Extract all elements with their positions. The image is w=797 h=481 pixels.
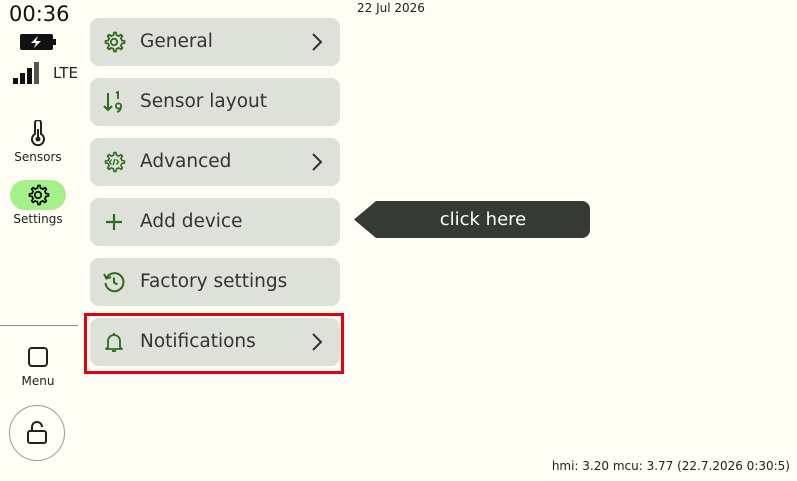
unlock-button[interactable] [9,405,65,461]
settings-active-pill [10,180,66,210]
current-date: 22 Jul 2026 [357,1,425,15]
code-gear-icon [104,151,126,173]
menu-button-factory-settings[interactable]: Factory settings [90,258,340,306]
rail-label-menu: Menu [21,374,55,388]
gear-icon [28,184,50,206]
network-type-label: LTE [53,64,78,82]
battery-charging-icon [20,34,56,50]
thermometer-icon-wrap [10,118,66,148]
gear-icon [104,31,126,53]
menu-button-add-device[interactable]: Add device [90,198,340,246]
rail-label-settings: Settings [13,212,63,226]
sort-numeric-icon [103,90,122,113]
menu-label-general: General [140,31,213,52]
rail-item-menu[interactable]: Menu [0,342,76,389]
navigation-rail: 00:36 LTE Sensors Settings Menu [0,0,78,481]
chevron-right-icon [312,33,323,51]
menu-button-advanced[interactable]: Advanced [90,138,340,186]
rail-label-sensors: Sensors [14,150,62,164]
history-icon [103,272,125,293]
square-icon [28,347,48,367]
menu-icon-wrap [10,342,66,372]
menu-button-sensor-layout[interactable]: Sensor layout [90,78,340,126]
menu-button-notifications[interactable]: Notifications [90,318,340,366]
menu-label-advanced: Advanced [140,151,232,172]
menu-label-sensor-layout: Sensor layout [140,91,268,112]
menu-label-notifications: Notifications [140,331,256,352]
rail-item-sensors[interactable]: Sensors [0,118,76,165]
chevron-right-icon [312,153,323,171]
rail-item-settings[interactable]: Settings [0,180,76,227]
version-info: hmi: 3.20 mcu: 3.77 (22.7.2026 0:30:5) [551,459,790,473]
menu-button-general[interactable]: General [90,18,340,66]
chevron-right-icon [312,333,323,351]
signal-strength-icon [13,62,39,84]
status-time: 00:36 [9,2,70,26]
menu-label-add-device: Add device [140,211,243,232]
plus-icon [106,214,122,230]
tooltip-text: click here [439,209,527,230]
unlock-icon [27,421,47,444]
click-here-tooltip: click here [354,201,590,238]
thermometer-icon [31,120,45,146]
rail-divider [0,325,78,326]
network-status: LTE [13,61,79,85]
menu-label-factory-settings: Factory settings [140,271,288,292]
bell-icon [105,333,123,352]
